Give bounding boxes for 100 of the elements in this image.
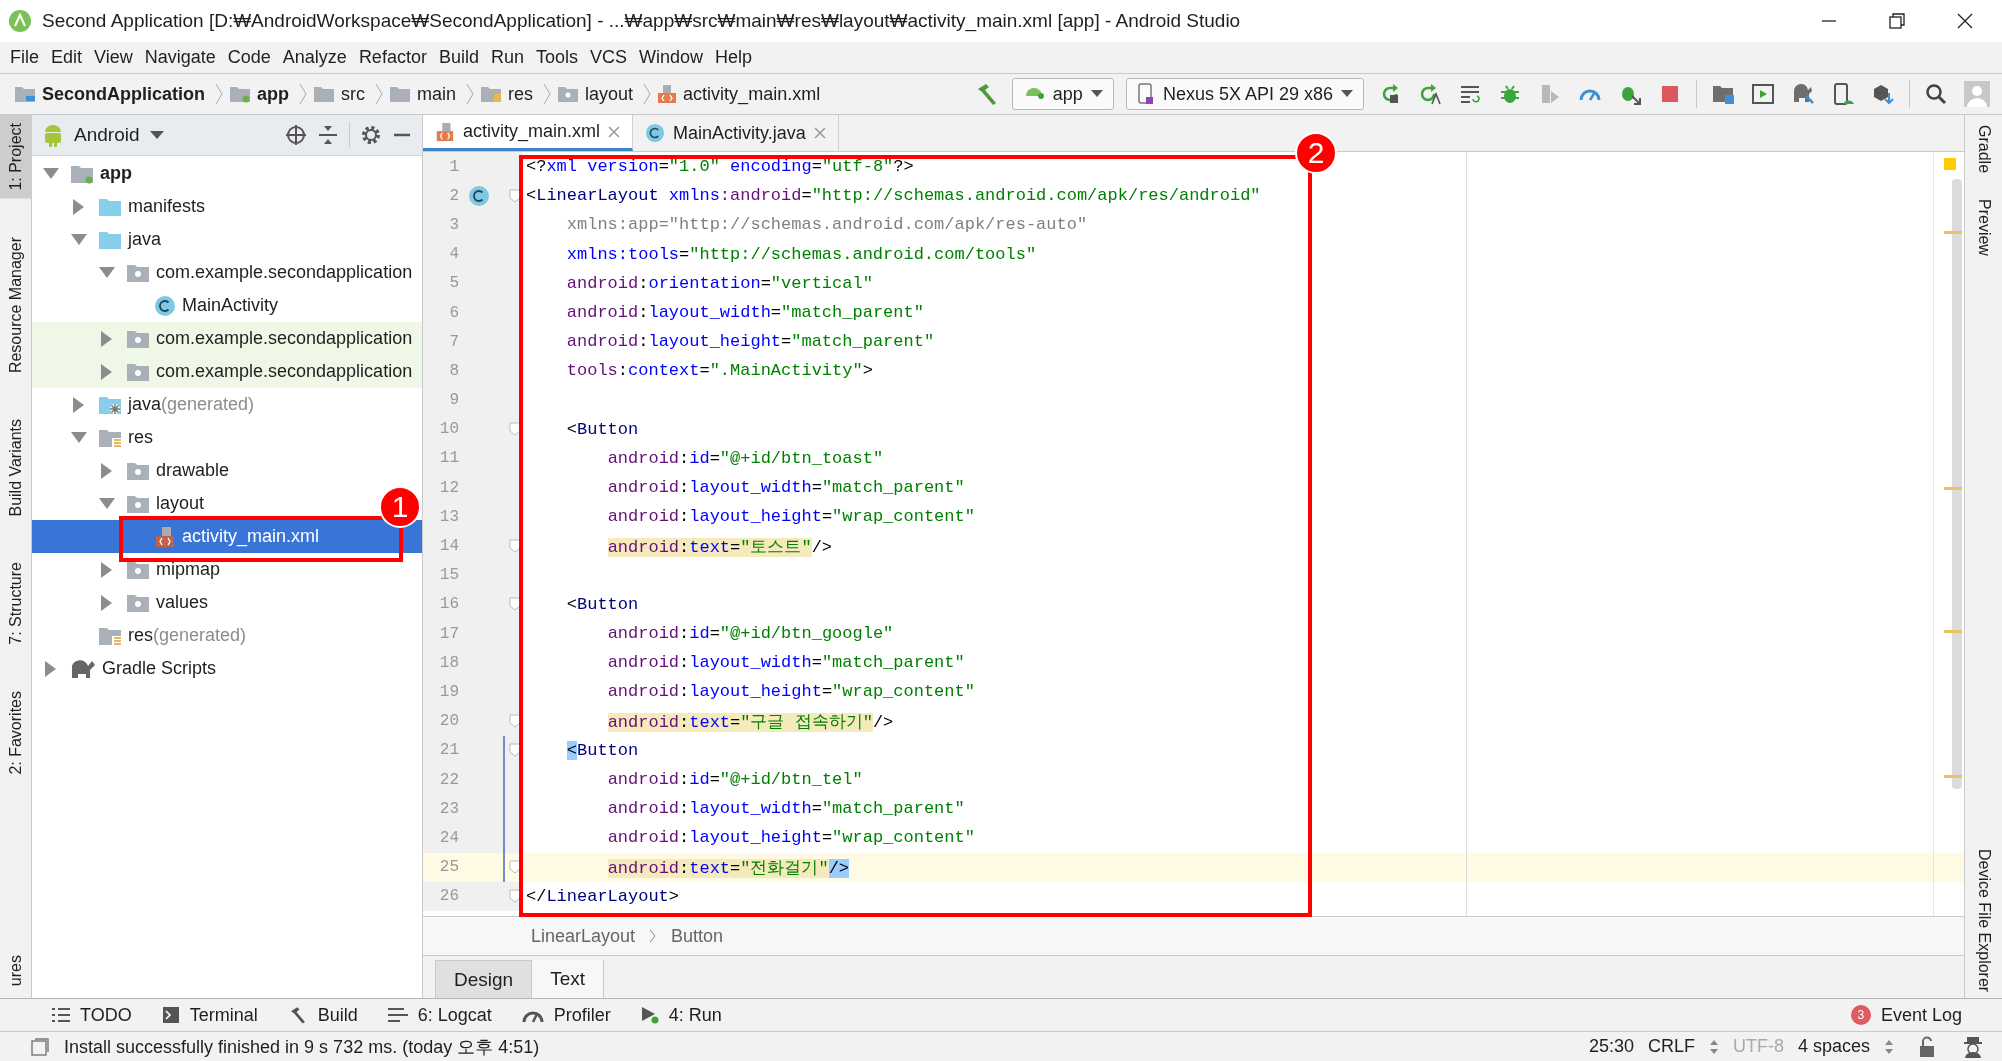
indent-selector[interactable]: 4 spaces bbox=[1797, 1036, 1870, 1057]
tree-row[interactable]: com.example.secondapplication bbox=[32, 322, 422, 355]
tool-window-tab[interactable]: 1: Project bbox=[0, 115, 32, 199]
path-item[interactable]: Button bbox=[671, 925, 724, 947]
tree-row[interactable]: java(generated) bbox=[32, 388, 263, 421]
inspector-person-icon[interactable] bbox=[1962, 1035, 1984, 1058]
breadcrumb-item[interactable]: src bbox=[341, 83, 366, 105]
fold-icon[interactable] bbox=[509, 539, 521, 554]
tool-window-button[interactable]: Terminal bbox=[161, 1004, 258, 1026]
fold-icon[interactable] bbox=[509, 743, 521, 758]
run-configuration-dropdown[interactable]: app bbox=[1011, 78, 1114, 110]
breadcrumb-item[interactable]: app bbox=[257, 83, 290, 105]
status-toggle-icon[interactable] bbox=[30, 1036, 50, 1057]
menu-item[interactable]: Analyze bbox=[276, 47, 353, 68]
menu-item[interactable]: View bbox=[88, 47, 139, 68]
tree-row[interactable]: mipmap bbox=[32, 553, 229, 586]
crosshair-icon[interactable] bbox=[285, 124, 307, 146]
tool-window-button[interactable]: TODO bbox=[52, 1004, 132, 1026]
tree-row[interactable]: drawable bbox=[32, 454, 238, 487]
tool-window-tab[interactable]: 7: Structure bbox=[0, 554, 32, 653]
breadcrumb-item[interactable]: layout bbox=[585, 83, 634, 105]
collapse-all-icon[interactable] bbox=[317, 124, 339, 146]
caret-icon[interactable] bbox=[149, 130, 164, 140]
menu-item[interactable]: Run bbox=[484, 47, 530, 68]
expanded-arrow-icon[interactable] bbox=[43, 167, 59, 180]
scroll-marker[interactable] bbox=[1944, 231, 1962, 234]
menu-item[interactable]: VCS bbox=[584, 47, 633, 68]
tree-row[interactable]: manifests bbox=[32, 190, 214, 223]
tool-window-button[interactable]: Profiler bbox=[521, 1004, 611, 1026]
editor-tab[interactable]: MainActivity.java bbox=[633, 115, 839, 151]
menu-item[interactable]: File bbox=[4, 47, 45, 68]
tool-window-button[interactable]: 4: Run bbox=[640, 1004, 722, 1026]
tool-window-tab[interactable]: 2: Favorites bbox=[0, 682, 32, 783]
fold-icon[interactable] bbox=[509, 597, 521, 612]
tree-row[interactable]: activity_main.xml bbox=[32, 520, 422, 553]
project-view-selector[interactable]: Android bbox=[74, 124, 140, 146]
fold-icon[interactable] bbox=[509, 422, 521, 437]
fold-icon[interactable] bbox=[509, 188, 521, 203]
tool-window-tab[interactable]: Gradle bbox=[1974, 125, 1993, 174]
menu-item[interactable]: Navigate bbox=[138, 47, 222, 68]
collapsed-arrow-icon[interactable] bbox=[101, 462, 113, 479]
fold-icon[interactable] bbox=[509, 889, 521, 904]
menu-item[interactable]: Build bbox=[432, 47, 485, 68]
collapsed-arrow-icon[interactable] bbox=[101, 363, 113, 380]
tree-row[interactable]: com.example.secondapplication bbox=[32, 256, 421, 289]
expanded-arrow-icon[interactable] bbox=[71, 233, 87, 246]
device-download-icon[interactable] bbox=[1831, 82, 1855, 106]
menu-item[interactable]: Window bbox=[633, 47, 710, 68]
tree-row[interactable]: java bbox=[32, 223, 170, 256]
editor-tab[interactable]: activity_main.xml bbox=[423, 115, 634, 151]
tree-row[interactable]: values bbox=[32, 586, 217, 619]
tree-row[interactable]: Gradle Scripts bbox=[32, 652, 225, 685]
collapsed-arrow-icon[interactable] bbox=[73, 198, 85, 215]
view-tab[interactable]: Design bbox=[435, 960, 533, 998]
apply-changes-icon[interactable] bbox=[1418, 82, 1442, 106]
tool-window-button[interactable]: 6: Logcat bbox=[387, 1004, 492, 1026]
expanded-arrow-icon[interactable] bbox=[99, 497, 115, 510]
scroll-marker[interactable] bbox=[1944, 630, 1962, 633]
fold-icon[interactable] bbox=[509, 860, 521, 875]
caret-position[interactable]: 25:30 bbox=[1588, 1036, 1634, 1057]
view-tab[interactable]: Text bbox=[532, 960, 604, 998]
tool-window-tab[interactable]: Build Variants bbox=[0, 410, 32, 525]
breadcrumb-item[interactable]: main bbox=[417, 83, 457, 105]
elephant-icon[interactable] bbox=[1791, 82, 1815, 106]
warning-marker[interactable] bbox=[1944, 158, 1956, 170]
tree-row[interactable]: res(generated) bbox=[32, 619, 255, 652]
expanded-arrow-icon[interactable] bbox=[71, 431, 87, 444]
scroll-marker[interactable] bbox=[1944, 487, 1962, 490]
menu-item[interactable]: Help bbox=[709, 47, 759, 68]
breadcrumb-item[interactable]: res bbox=[508, 83, 534, 105]
tool-window-button[interactable]: Build bbox=[287, 1004, 358, 1026]
class-icon[interactable] bbox=[468, 184, 490, 207]
line-separator-selector[interactable]: CRLF bbox=[1647, 1036, 1695, 1057]
breadcrumb-item[interactable]: SecondApplication bbox=[42, 83, 205, 105]
tree-row[interactable]: res bbox=[32, 421, 161, 454]
tree-row[interactable]: MainActivity bbox=[32, 289, 287, 322]
tool-window-tab[interactable]: Resource Manager bbox=[0, 228, 32, 381]
path-item[interactable]: LinearLayout bbox=[531, 925, 636, 947]
fold-icon[interactable] bbox=[509, 714, 521, 729]
menu-item[interactable]: Refactor bbox=[352, 47, 433, 68]
menu-item[interactable]: Code bbox=[221, 47, 277, 68]
window-play-icon[interactable] bbox=[1751, 82, 1775, 106]
restore-icon[interactable] bbox=[1888, 12, 1906, 30]
event-log-button[interactable]: 3 Event Log bbox=[1850, 1004, 1962, 1026]
collapsed-arrow-icon[interactable] bbox=[73, 396, 85, 413]
breadcrumb-item[interactable]: activity_main.xml bbox=[683, 83, 821, 105]
collapsed-arrow-icon[interactable] bbox=[45, 660, 57, 677]
scrollbar-thumb[interactable] bbox=[1952, 179, 1962, 789]
tree-row[interactable]: layout bbox=[32, 487, 213, 520]
scroll-marker[interactable] bbox=[1944, 775, 1962, 778]
search-icon[interactable] bbox=[1924, 82, 1948, 106]
tool-window-tab[interactable]: Device File Explorer bbox=[1974, 848, 1993, 992]
expanded-arrow-icon[interactable] bbox=[99, 266, 115, 279]
collapsed-arrow-icon[interactable] bbox=[101, 330, 113, 347]
collapsed-arrow-icon[interactable] bbox=[101, 561, 113, 578]
close-icon[interactable] bbox=[1956, 12, 1974, 30]
tool-window-tab[interactable]: Preview bbox=[1974, 199, 1993, 256]
device-dropdown[interactable]: Nexus 5X API 29 x86 bbox=[1125, 78, 1364, 110]
tool-window-tab[interactable]: ures bbox=[0, 946, 32, 994]
menu-item[interactable]: Tools bbox=[529, 47, 584, 68]
